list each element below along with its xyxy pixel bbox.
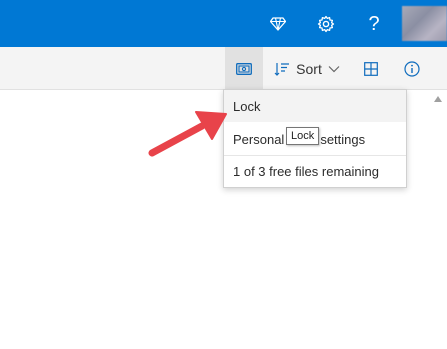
menu-item-lock[interactable]: Lock <box>224 90 406 122</box>
scroll-up-arrow-icon[interactable] <box>434 96 442 102</box>
info-icon <box>404 60 420 77</box>
menu-item-lock-label: Lock <box>233 98 261 114</box>
sort-icon <box>274 62 290 76</box>
sort-label: Sort <box>296 60 322 77</box>
grid-icon <box>364 61 378 76</box>
chevron-down-icon <box>328 65 340 72</box>
top-bar: ? <box>0 0 447 47</box>
menu-item-quota-label: 1 of 3 free files remaining <box>233 164 379 179</box>
avatar[interactable] <box>402 6 447 41</box>
red-arrow-annotation <box>148 111 227 157</box>
tooltip-text: Lock <box>291 130 315 142</box>
sort-button[interactable]: Sort <box>266 47 348 90</box>
menu-item-personal-suffix: settings <box>320 131 366 147</box>
menu-item-free-files-remaining[interactable]: 1 of 3 free files remaining <box>224 156 406 187</box>
tooltip: Lock <box>286 127 320 145</box>
menu-item-personal-prefix: Personal <box>233 131 285 147</box>
page: ? Sort Lock Personal settings 1 of 3 fre… <box>0 0 447 349</box>
gear-icon[interactable] <box>312 10 340 38</box>
diamond-icon[interactable] <box>264 10 292 38</box>
vault-icon <box>236 62 252 75</box>
grid-view-button[interactable] <box>355 47 387 90</box>
scrollbar[interactable] <box>430 90 447 349</box>
info-button[interactable] <box>396 47 428 90</box>
help-glyph: ? <box>368 13 380 35</box>
help-icon[interactable]: ? <box>360 10 388 38</box>
vault-view-button[interactable] <box>225 47 263 90</box>
command-bar: Sort <box>0 47 447 90</box>
